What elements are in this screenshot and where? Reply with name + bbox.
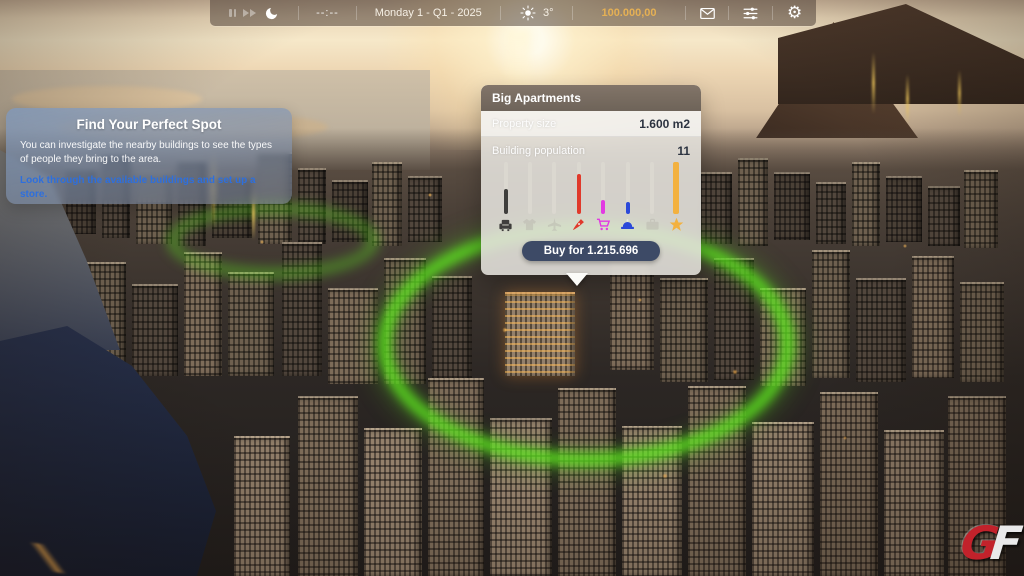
armchair-icon bbox=[498, 217, 513, 232]
tutorial-title: Find Your Perfect Spot bbox=[20, 117, 278, 132]
bar-fill bbox=[673, 162, 679, 214]
tutorial-panel: Find Your Perfect Spot You can investiga… bbox=[6, 108, 292, 204]
buy-button[interactable]: Buy for 1.215.696 bbox=[522, 241, 661, 261]
briefcase-icon bbox=[645, 217, 660, 232]
money-display: 100.000,00 bbox=[573, 0, 684, 26]
bar-track bbox=[626, 162, 630, 214]
bar-fill bbox=[601, 200, 605, 214]
tutorial-body: You can investigate the nearby buildings… bbox=[20, 139, 278, 167]
population-bar-residents bbox=[498, 162, 513, 232]
bar-fill bbox=[504, 189, 508, 214]
bar-track bbox=[504, 162, 508, 214]
building-info-panel: Big Apartments Property size 1.600 m2 Bu… bbox=[481, 85, 701, 275]
filters-button[interactable] bbox=[729, 0, 772, 26]
weather-display: 3° bbox=[501, 0, 572, 26]
population-bar-workers bbox=[620, 162, 635, 232]
pen-icon bbox=[571, 217, 586, 232]
bar-track bbox=[577, 162, 581, 214]
game-screen: --:-- Monday 1 - Q1 - 2025 3° 100.000,00 bbox=[0, 0, 1024, 576]
fast-forward-icon[interactable] bbox=[243, 9, 257, 17]
bar-track bbox=[650, 162, 654, 214]
plane-icon bbox=[547, 217, 562, 232]
building-pointer-arrow bbox=[566, 273, 588, 286]
bar-fill bbox=[626, 202, 630, 214]
population-bar-tourists bbox=[547, 162, 562, 232]
bar-track bbox=[528, 162, 532, 214]
population-bar-shoppers bbox=[522, 162, 537, 232]
bar-track bbox=[601, 162, 605, 214]
building-panel-title: Big Apartments bbox=[481, 85, 701, 111]
population-bar-professionals bbox=[571, 162, 586, 232]
population-bar-business bbox=[645, 162, 660, 232]
sun-icon bbox=[520, 5, 536, 21]
temperature-value: 3° bbox=[543, 7, 554, 19]
property-size-row: Property size 1.600 m2 bbox=[481, 111, 701, 137]
buy-row: Buy for 1.215.696 bbox=[481, 241, 701, 261]
gf-logo-watermark: GF bbox=[958, 520, 1016, 566]
hardhat-icon bbox=[620, 217, 635, 232]
property-size-value: 1.600 m2 bbox=[639, 117, 690, 131]
mail-button[interactable] bbox=[686, 0, 729, 26]
population-demographics bbox=[481, 160, 701, 232]
bar-track bbox=[673, 162, 679, 214]
population-bar-customers bbox=[596, 162, 611, 232]
date-display: Monday 1 - Q1 - 2025 bbox=[357, 0, 501, 26]
shirt-icon bbox=[522, 217, 537, 232]
pause-icon[interactable] bbox=[229, 9, 236, 17]
property-size-label: Property size bbox=[492, 118, 556, 130]
building-population-value: 11 bbox=[677, 144, 690, 158]
settings-button[interactable]: ⚙ bbox=[773, 0, 816, 26]
bar-track bbox=[552, 162, 556, 214]
building-population-row: Building population 11 bbox=[481, 137, 701, 160]
time-display: --:-- bbox=[299, 0, 355, 26]
cart-icon bbox=[596, 217, 611, 232]
tutorial-link: Look through the available buildings and… bbox=[20, 174, 278, 202]
mail-icon bbox=[699, 5, 716, 22]
top-bar: --:-- Monday 1 - Q1 - 2025 3° 100.000,00 bbox=[210, 0, 816, 26]
time-speed-controls bbox=[210, 0, 298, 26]
filters-icon bbox=[742, 5, 759, 22]
moon-icon bbox=[264, 6, 279, 21]
star-icon bbox=[669, 217, 684, 232]
population-bar-vip bbox=[669, 162, 684, 232]
bar-fill bbox=[577, 174, 581, 214]
gear-icon: ⚙ bbox=[787, 5, 802, 22]
building-population-label: Building population bbox=[492, 145, 585, 157]
